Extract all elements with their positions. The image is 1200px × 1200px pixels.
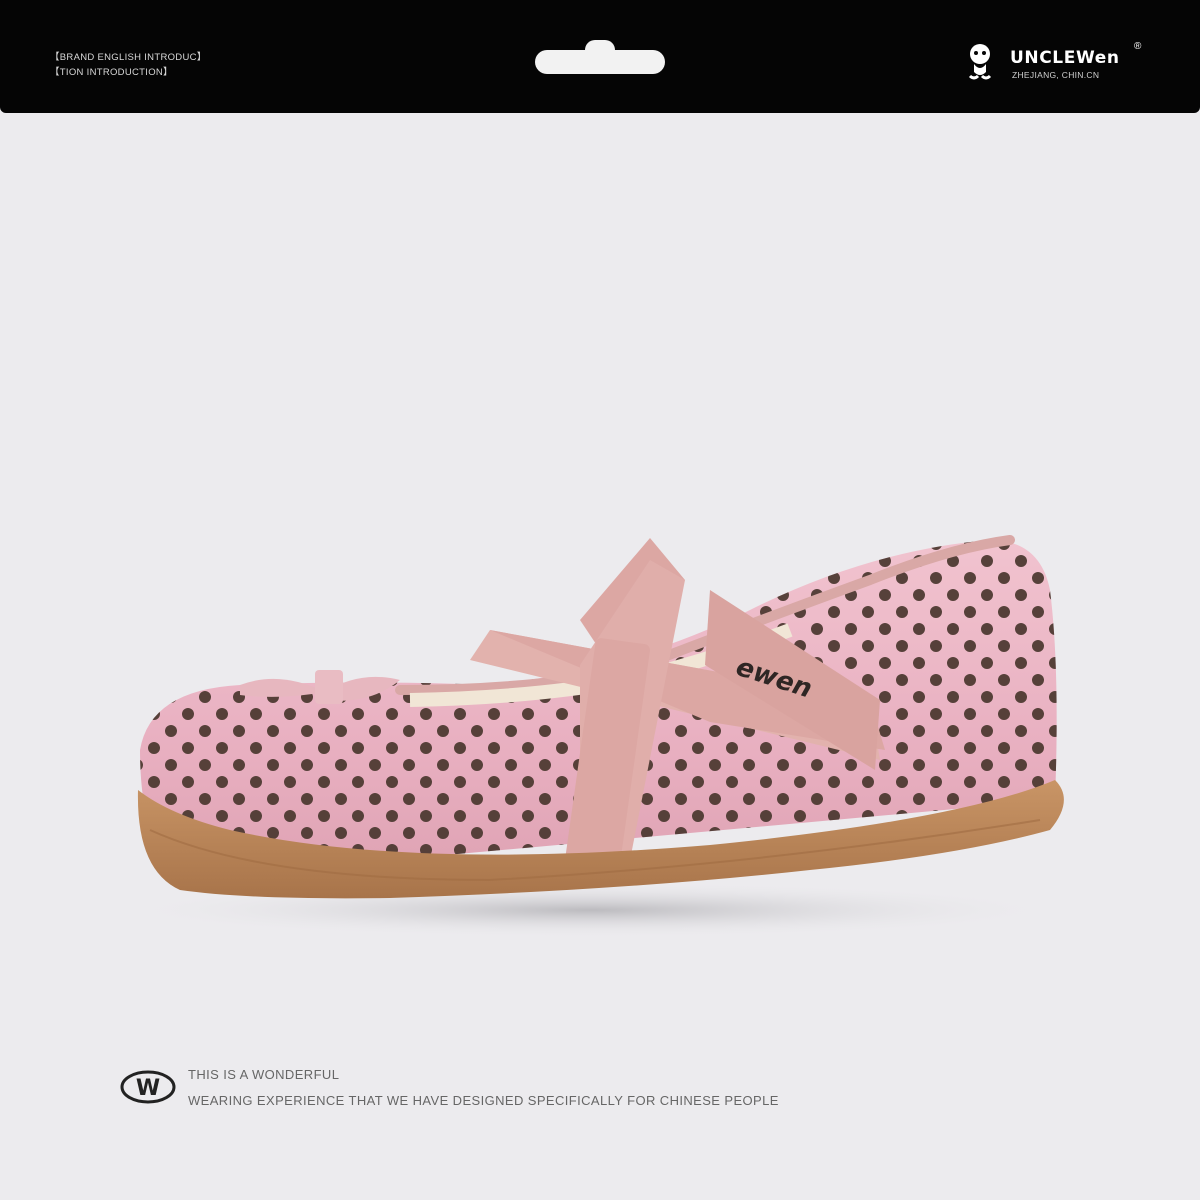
intro-line-1: 【BRAND ENGLISH INTRODUC】	[50, 52, 207, 63]
brand-location: ZHEJIANG, CHIN.CN	[1012, 70, 1100, 80]
brand-name: UNCLEWen	[1010, 48, 1120, 68]
brand-mascot-logo	[968, 44, 992, 80]
product-shoe-image: ewen	[120, 535, 1064, 938]
footer-line-2: WEARING EXPERIENCE THAT WE HAVE DESIGNED…	[188, 1093, 779, 1108]
footer-w-logo: W	[120, 1070, 176, 1104]
brand-block: UNCLEWen ® ZHEJIANG, CHIN.CN	[962, 40, 1162, 84]
hang-tab-slot	[535, 40, 665, 74]
intro-line-2: 【TION INTRODUCTION】	[50, 67, 173, 78]
footer-tagline: THIS IS A WONDERFUL WEARING EXPERIENCE T…	[188, 1062, 779, 1114]
footer-logo-letter: W	[136, 1076, 160, 1101]
footer-line-1: THIS IS A WONDERFUL	[188, 1067, 340, 1082]
registered-mark: ®	[1134, 41, 1142, 52]
header-band: 【BRAND ENGLISH INTRODUC】 【TION INTRODUCT…	[0, 0, 1200, 113]
brand-intro: 【BRAND ENGLISH INTRODUC】 【TION INTRODUCT…	[50, 50, 207, 80]
